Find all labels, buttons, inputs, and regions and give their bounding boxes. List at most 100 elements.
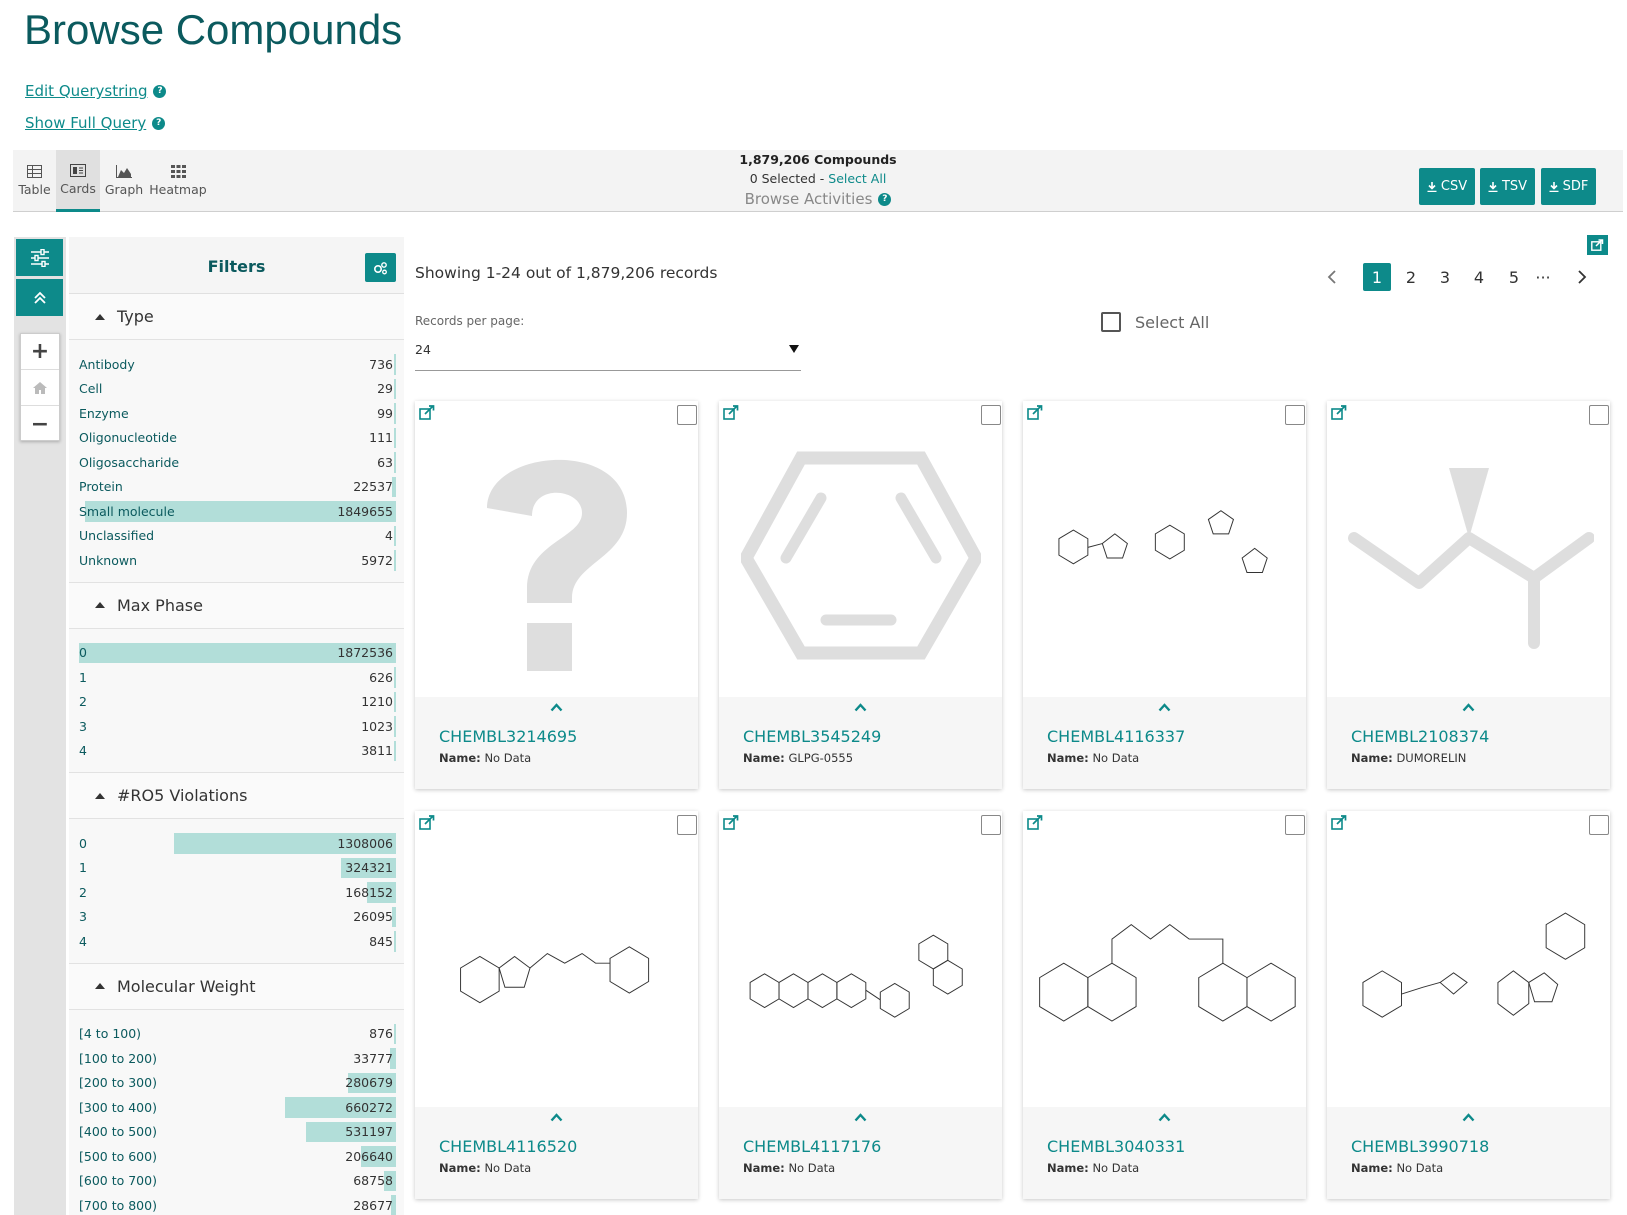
expand-card-button[interactable]: [1327, 1113, 1610, 1122]
compound-card[interactable]: CHEMBL4117176 Name: No Data: [719, 811, 1002, 1199]
share-icon[interactable]: [723, 815, 739, 831]
filter-option[interactable]: 0 1308006: [79, 831, 396, 856]
filter-option[interactable]: [4 to 100) 876: [79, 1022, 396, 1047]
compound-card[interactable]: CHEMBL4116337 Name: No Data: [1023, 401, 1306, 789]
help-icon[interactable]: ?: [878, 192, 892, 206]
page-1-button[interactable]: 1: [1363, 263, 1391, 291]
filter-option[interactable]: Oligosaccharide 63: [79, 450, 396, 475]
records-per-page-select[interactable]: 24: [415, 333, 801, 371]
card-select-checkbox[interactable]: [981, 815, 1001, 835]
zoom-in-button[interactable]: +: [21, 334, 59, 370]
filter-option[interactable]: [200 to 300) 280679: [79, 1071, 396, 1096]
select-all-checkbox[interactable]: Select All: [1101, 312, 1209, 332]
filter-option[interactable]: [100 to 200) 33777: [79, 1046, 396, 1071]
card-select-checkbox[interactable]: [677, 815, 697, 835]
filter-option[interactable]: Cell 29: [79, 377, 396, 402]
zoom-reset-button[interactable]: [21, 370, 59, 406]
page-5-button[interactable]: 5: [1500, 263, 1528, 291]
filter-option[interactable]: [400 to 500) 531197: [79, 1120, 396, 1145]
browse-activities-label[interactable]: Browse Activities: [745, 190, 873, 208]
expand-card-button[interactable]: [1023, 703, 1306, 712]
expand-card-button[interactable]: [1327, 703, 1610, 712]
compound-id-link[interactable]: CHEMBL4117176: [743, 1137, 881, 1156]
compound-card[interactable]: CHEMBL4116520 Name: No Data: [415, 811, 698, 1199]
filter-section-header[interactable]: Molecular Weight: [69, 963, 404, 1010]
filter-option[interactable]: 2 168152: [79, 880, 396, 905]
expand-card-button[interactable]: [415, 703, 698, 712]
page-3-button[interactable]: 3: [1431, 263, 1459, 291]
filter-option[interactable]: 4 3811: [79, 739, 396, 764]
select-all-link[interactable]: Select All: [828, 171, 886, 186]
filter-section-header[interactable]: Max Phase: [69, 582, 404, 629]
previous-page-button[interactable]: [1320, 263, 1344, 291]
filter-option[interactable]: [700 to 800) 28677: [79, 1193, 396, 1215]
card-select-checkbox[interactable]: [1589, 815, 1609, 835]
download-sdf-button[interactable]: SDF: [1541, 168, 1596, 205]
share-icon[interactable]: [1027, 405, 1043, 421]
compound-id-link[interactable]: CHEMBL3214695: [439, 727, 577, 746]
show-full-query-link[interactable]: Show Full Query ?: [25, 114, 166, 132]
filter-option[interactable]: 4 845: [79, 929, 396, 954]
compound-structure[interactable]: [415, 833, 698, 1103]
compound-card[interactable]: CHEMBL3545249 Name: GLPG-0555: [719, 401, 1002, 789]
compound-structure[interactable]: [719, 833, 1002, 1103]
share-icon[interactable]: [419, 815, 435, 831]
card-select-checkbox[interactable]: [1285, 405, 1305, 425]
edit-querystring-label[interactable]: Edit Querystring: [25, 82, 147, 100]
toggle-filters-button[interactable]: [16, 239, 63, 276]
share-icon[interactable]: [723, 405, 739, 421]
compound-structure[interactable]: [1023, 423, 1306, 693]
card-select-checkbox[interactable]: [1285, 815, 1305, 835]
compound-structure[interactable]: [719, 423, 1002, 693]
download-tsv-button[interactable]: TSV: [1480, 168, 1535, 205]
compound-id-link[interactable]: CHEMBL4116337: [1047, 727, 1185, 746]
filter-option[interactable]: 2 1210: [79, 690, 396, 715]
filter-option[interactable]: [500 to 600) 206640: [79, 1144, 396, 1169]
expand-card-button[interactable]: [719, 703, 1002, 712]
compound-card[interactable]: CHEMBL3990718 Name: No Data: [1327, 811, 1610, 1199]
compound-structure[interactable]: [1023, 833, 1306, 1103]
filter-option[interactable]: Protein 22537: [79, 475, 396, 500]
share-icon[interactable]: [1331, 405, 1347, 421]
expand-card-button[interactable]: [1023, 1113, 1306, 1122]
card-select-checkbox[interactable]: [677, 405, 697, 425]
help-icon[interactable]: ?: [153, 84, 167, 98]
collapse-all-button[interactable]: [16, 279, 63, 316]
show-full-query-label[interactable]: Show Full Query: [25, 114, 146, 132]
compound-id-link[interactable]: CHEMBL2108374: [1351, 727, 1489, 746]
filter-option[interactable]: 1 626: [79, 665, 396, 690]
filter-option[interactable]: Unknown 5972: [79, 548, 396, 573]
filter-section-header[interactable]: Type: [69, 294, 404, 340]
card-select-checkbox[interactable]: [981, 405, 1001, 425]
share-icon[interactable]: [419, 405, 435, 421]
checkbox[interactable]: [1101, 312, 1121, 332]
filter-option[interactable]: Oligonucleotide 111: [79, 426, 396, 451]
download-csv-button[interactable]: CSV: [1419, 168, 1475, 205]
filter-option[interactable]: 3 26095: [79, 905, 396, 930]
compound-card[interactable]: CHEMBL2108374 Name: DUMORELIN: [1327, 401, 1610, 789]
zoom-out-button[interactable]: −: [21, 406, 59, 442]
filter-option[interactable]: 3 1023: [79, 714, 396, 739]
filter-option[interactable]: Enzyme 99: [79, 401, 396, 426]
expand-card-button[interactable]: [415, 1113, 698, 1122]
next-page-button[interactable]: [1570, 263, 1594, 291]
share-icon[interactable]: [1027, 815, 1043, 831]
compound-id-link[interactable]: CHEMBL3990718: [1351, 1137, 1489, 1156]
filter-option[interactable]: Unclassified 4: [79, 524, 396, 549]
filter-option[interactable]: Antibody 736: [79, 352, 396, 377]
share-icon[interactable]: [1331, 815, 1347, 831]
compound-card[interactable]: CHEMBL3040331 Name: No Data: [1023, 811, 1306, 1199]
compound-id-link[interactable]: CHEMBL3545249: [743, 727, 881, 746]
browse-activities-link[interactable]: Browse Activities ?: [745, 190, 892, 208]
compound-id-link[interactable]: CHEMBL3040331: [1047, 1137, 1185, 1156]
compound-structure[interactable]: [1327, 833, 1610, 1103]
page-4-button[interactable]: 4: [1465, 263, 1493, 291]
share-results-button[interactable]: [1587, 235, 1608, 255]
filter-option[interactable]: Small molecule 1849655: [79, 499, 396, 524]
compound-structure[interactable]: [415, 423, 698, 693]
filter-section-header[interactable]: #RO5 Violations: [69, 773, 404, 819]
expand-card-button[interactable]: [719, 1113, 1002, 1122]
card-select-checkbox[interactable]: [1589, 405, 1609, 425]
filter-option[interactable]: [600 to 700) 68758: [79, 1169, 396, 1194]
compound-structure[interactable]: [1327, 423, 1610, 693]
